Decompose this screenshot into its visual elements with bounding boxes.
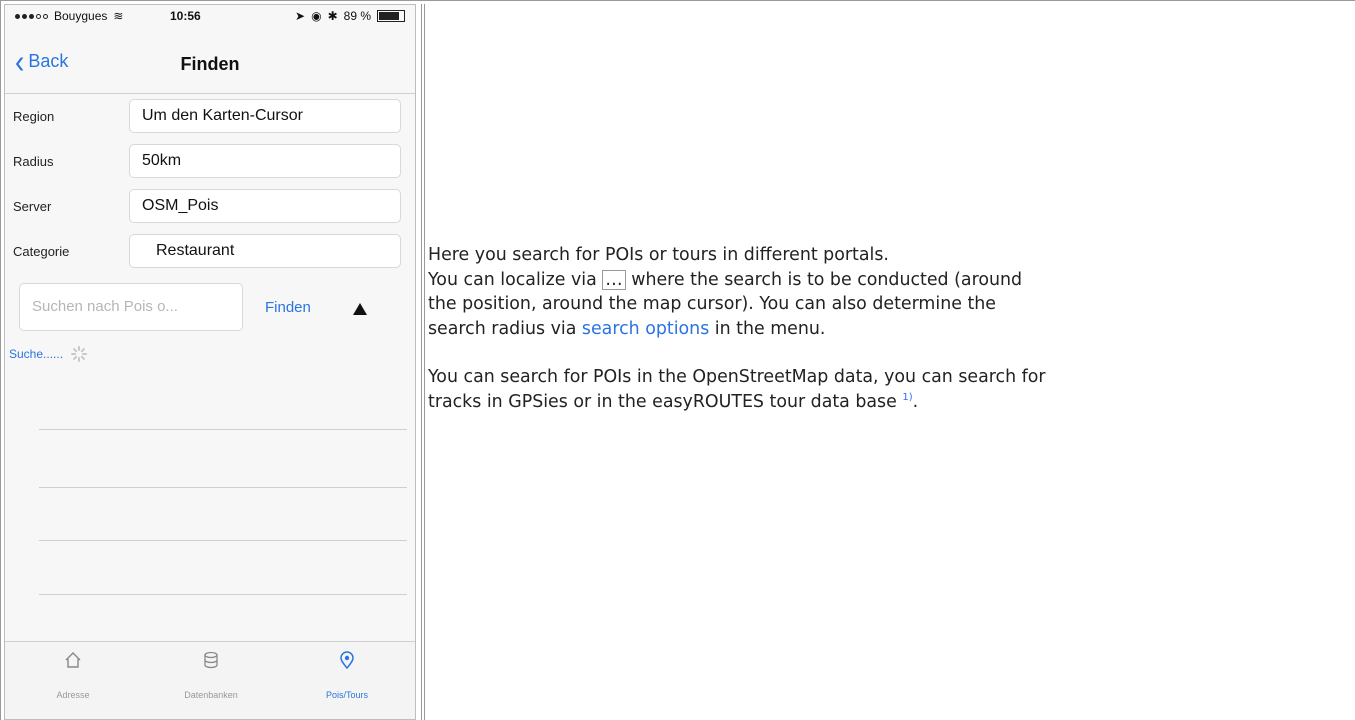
paragraph-2: You can search for POIs in the OpenStree… (428, 367, 1046, 412)
region-label: Region (13, 109, 55, 124)
form-row-radius: Radius 50km (5, 144, 415, 178)
region-field[interactable]: Um den Karten-Cursor (129, 99, 401, 133)
lock-rotation-icon: ◉ (311, 9, 322, 23)
tab-datenbanken[interactable]: Datenbanken (151, 650, 271, 700)
footnote-link[interactable]: 1) (902, 392, 912, 403)
form-row-region: Region Um den Karten-Cursor (5, 99, 415, 133)
signal-icon (15, 13, 48, 19)
database-icon (204, 651, 218, 669)
form-row-categorie: Categorie Restaurant (5, 234, 415, 268)
home-icon (65, 652, 81, 668)
list-separator (39, 540, 407, 541)
server-label: Server (13, 199, 52, 214)
categorie-label: Categorie (13, 244, 70, 259)
menu-button-reference: … (602, 269, 626, 290)
pin-icon (340, 651, 354, 670)
tab-bar: Adresse Datenbanken Pois/Tours (5, 641, 415, 719)
navigation-bar: ‹ Back Finden (5, 37, 415, 94)
triangle-up-icon[interactable] (353, 303, 367, 315)
list-separator (39, 487, 407, 488)
search-status-text: Suche...... (9, 347, 64, 361)
bluetooth-icon: ✱ (327, 9, 338, 23)
tab-label: Datenbanken (184, 690, 238, 700)
screen-title: Finden (180, 54, 240, 74)
radius-field[interactable]: 50km (129, 144, 401, 178)
list-separator (39, 429, 407, 430)
description-text: Here you search for POIs or tours in dif… (428, 243, 1355, 414)
tab-adresse[interactable]: Adresse (13, 650, 133, 700)
server-field[interactable]: OSM_Pois (129, 189, 401, 223)
radius-label: Radius (13, 154, 54, 169)
spinner-icon (71, 346, 88, 362)
tab-label: Pois/Tours (325, 690, 369, 700)
categorie-field[interactable]: Restaurant (129, 234, 401, 268)
status-bar: Bouygues ≋ 10:56 ➤ ◉ ✱ 89 % (5, 5, 415, 37)
status-time: 10:56 (170, 9, 201, 23)
finden-button[interactable]: Finden (265, 299, 311, 316)
list-separator (39, 594, 407, 595)
tab-label: Adresse (56, 690, 90, 700)
search-input[interactable]: Suchen nach Pois o... (19, 283, 243, 331)
battery-percent: 89 % (343, 9, 371, 23)
location-icon: ➤ (295, 9, 306, 23)
search-options-link[interactable]: search options (582, 319, 709, 339)
tab-pois-tours[interactable]: Pois/Tours (287, 650, 407, 700)
search-status: Suche...... (9, 346, 88, 362)
phone-screenshot: Bouygues ≋ 10:56 ➤ ◉ ✱ 89 % ‹ Back Finde… (4, 4, 416, 720)
paragraph-1: Here you search for POIs or tours in dif… (428, 245, 1023, 339)
wifi-icon: ≋ (113, 9, 124, 23)
form-row-server: Server OSM_Pois (5, 189, 415, 223)
carrier-name: Bouygues (54, 9, 108, 23)
battery-icon (377, 10, 405, 22)
cell-divider (424, 4, 425, 720)
